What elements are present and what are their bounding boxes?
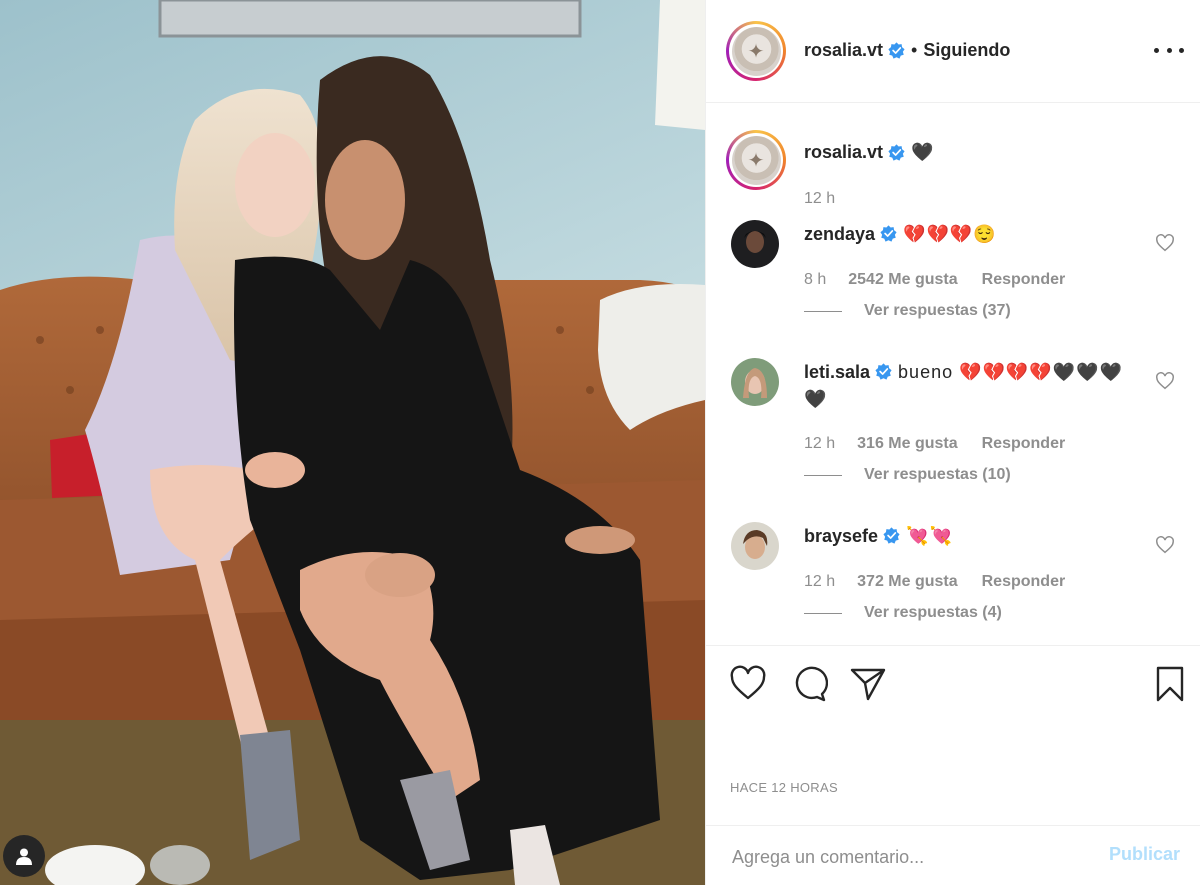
reply-button[interactable]: Responder xyxy=(982,573,1066,591)
caption-author-avatar[interactable]: ✦ xyxy=(726,130,786,190)
add-comment-bar: Publicar xyxy=(706,825,1200,886)
heart-icon[interactable] xyxy=(728,664,768,704)
caption-username[interactable]: rosalia.vt xyxy=(804,142,883,163)
view-replies-button[interactable]: Ver respuestas (37) xyxy=(804,302,1011,320)
post-header: ✦ rosalia.vt • Siguiendo xyxy=(706,0,1200,103)
commenter-avatar[interactable] xyxy=(731,522,779,570)
commenter-username[interactable]: zendaya xyxy=(804,224,875,244)
commenter-avatar[interactable] xyxy=(731,220,779,268)
verified-icon xyxy=(888,144,905,161)
avatar-image: ✦ xyxy=(731,26,781,76)
view-replies-button[interactable]: Ver respuestas (10) xyxy=(804,466,1011,484)
reply-button[interactable]: Responder xyxy=(982,271,1066,289)
verified-icon xyxy=(875,363,892,380)
comment-likes[interactable]: 2542 Me gusta xyxy=(848,271,957,289)
avatar-image: ✦ xyxy=(731,135,781,185)
share-icon[interactable] xyxy=(848,664,888,704)
comment-text: 💔💔💔😌 xyxy=(903,224,997,244)
post-timestamp[interactable]: HACE 12 HORAS xyxy=(730,780,838,795)
like-comment-heart-icon[interactable] xyxy=(1155,536,1175,554)
commenter-username[interactable]: leti.sala xyxy=(804,362,870,382)
verified-icon xyxy=(880,225,897,242)
follow-separator: • xyxy=(911,40,918,60)
comment-likes[interactable]: 372 Me gusta xyxy=(857,573,957,591)
commenter-avatar[interactable] xyxy=(731,358,779,406)
comment-time[interactable]: 8 h xyxy=(804,271,826,289)
photo-illustration xyxy=(0,0,705,885)
view-replies-button[interactable]: Ver respuestas (4) xyxy=(804,604,1002,622)
publish-button[interactable]: Publicar xyxy=(1109,844,1180,865)
author-username[interactable]: rosalia.vt xyxy=(804,40,883,61)
view-replies-label: Ver respuestas (4) xyxy=(864,604,1002,621)
verified-icon xyxy=(883,527,900,544)
post-actions-bar xyxy=(706,645,1200,726)
post-side-panel: ✦ rosalia.vt • Siguiendo ✦ rosalia.vt 🖤 … xyxy=(705,0,1200,885)
comment-time[interactable]: 12 h xyxy=(804,435,835,453)
commenter-username[interactable]: braysefe xyxy=(804,526,878,546)
like-comment-heart-icon[interactable] xyxy=(1155,234,1175,252)
view-replies-label: Ver respuestas (37) xyxy=(864,302,1011,319)
caption-time[interactable]: 12 h xyxy=(804,190,835,208)
reply-button[interactable]: Responder xyxy=(982,435,1066,453)
like-comment-heart-icon[interactable] xyxy=(1155,372,1175,390)
caption-text: 🖤 xyxy=(911,142,934,162)
bookmark-icon[interactable] xyxy=(1150,664,1190,704)
author-avatar[interactable]: ✦ xyxy=(726,21,786,81)
following-button[interactable]: Siguiendo xyxy=(923,40,1010,61)
verified-icon xyxy=(888,42,905,59)
comment-icon[interactable] xyxy=(788,664,828,704)
post-photo[interactable] xyxy=(0,0,705,885)
more-options-icon[interactable] xyxy=(1154,38,1184,62)
view-replies-label: Ver respuestas (10) xyxy=(864,466,1011,483)
comment-time[interactable]: 12 h xyxy=(804,573,835,591)
comment-text: 💘💘 xyxy=(906,526,953,546)
user-tag-icon[interactable] xyxy=(3,835,45,877)
comment-likes[interactable]: 316 Me gusta xyxy=(857,435,957,453)
comment-input[interactable] xyxy=(730,840,1094,874)
